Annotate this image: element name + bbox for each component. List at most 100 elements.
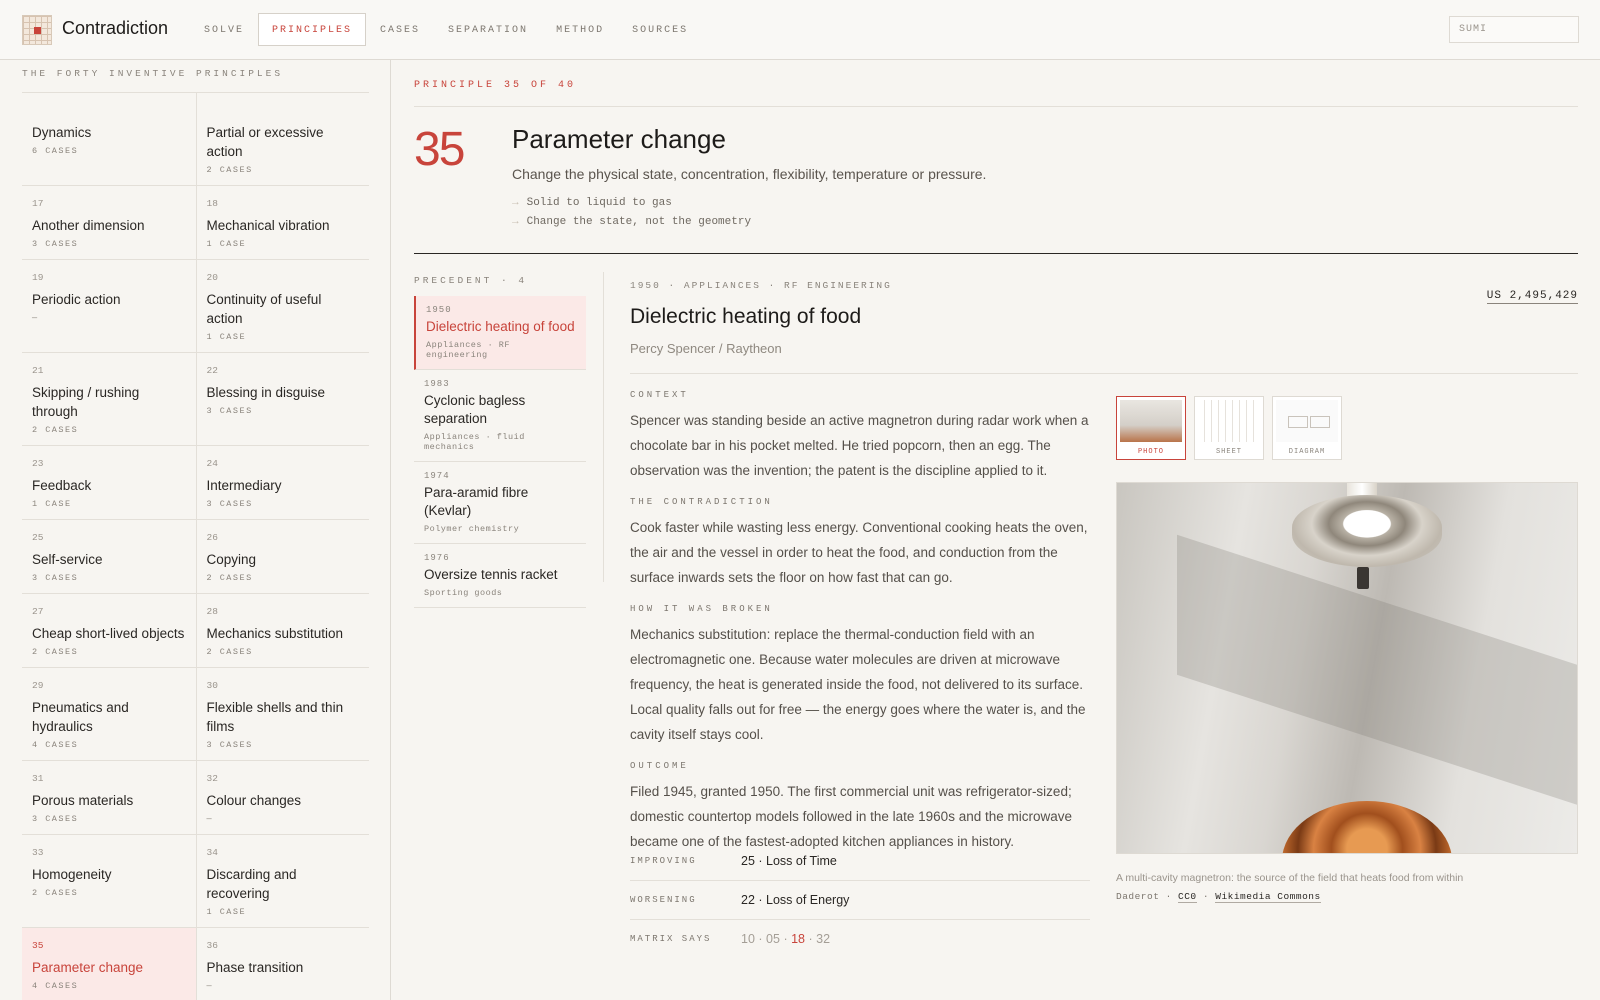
principle-item[interactable]: 31 Porous materials 3 CASES <box>22 761 196 834</box>
principle-item[interactable]: 36 Phase transition — <box>195 928 370 1000</box>
principle-item[interactable]: 35 Parameter change 4 CASES <box>22 928 196 1000</box>
divider <box>414 106 1578 107</box>
principle-item[interactable]: 27 Cheap short-lived objects 2 CASES <box>22 594 196 667</box>
principle-name: Colour changes <box>206 793 302 808</box>
principle-row: 21 Skipping / rushing through 2 CASES 22 Ble… <box>22 352 369 445</box>
nav-method[interactable]: METHOD <box>542 13 618 46</box>
case-byline: Percy Spencer / Raytheon <box>630 341 782 356</box>
principles-grid: Dynamics 6 CASES Partial or excessive acti… <box>22 92 369 1000</box>
principle-item[interactable]: 23 Feedback 1 CASE <box>22 446 196 519</box>
principle-row: Dynamics 6 CASES Partial or excessive acti… <box>22 92 369 185</box>
improving-value[interactable]: 25 · Loss of Time <box>741 854 837 868</box>
worsening-value[interactable]: 22 · Loss of Energy <box>741 893 849 907</box>
principle-item[interactable]: Dynamics 6 CASES <box>22 93 196 185</box>
principle-name: Flexible shells and thin films <box>206 700 344 734</box>
matrix-values: 10 · 05 · 18 · 32 <box>741 932 831 946</box>
matrix-value[interactable]: 05 <box>766 932 780 946</box>
principle-item[interactable]: 32 Colour changes — <box>195 761 370 834</box>
principle-item[interactable]: 29 Pneumatics and hydraulics 4 CASES <box>22 668 196 760</box>
nav-cases[interactable]: CASES <box>366 13 434 46</box>
search-input[interactable] <box>1449 16 1579 43</box>
principle-number: 23 <box>32 458 44 469</box>
principle-item[interactable]: 30 Flexible shells and thin films 3 CASES <box>195 668 370 760</box>
nav-sources[interactable]: SOURCES <box>618 13 702 46</box>
improving-label: IMPROVING <box>630 855 697 866</box>
precedent-item[interactable]: 1983 Cyclonic bagless separation Applian… <box>414 370 586 462</box>
photo-caption: A multi-cavity magnetron: the source of … <box>1116 872 1464 884</box>
principle-name: Periodic action <box>32 292 121 307</box>
principle-item[interactable]: 24 Intermediary 3 CASES <box>195 446 370 519</box>
matrix-value[interactable]: 32 <box>816 932 830 946</box>
principle-item[interactable]: 33 Homogeneity 2 CASES <box>22 835 196 927</box>
precedent-list: 1950 Dielectric heating of food Applianc… <box>414 296 586 608</box>
photo-tab[interactable]: PHOTO <box>1116 396 1186 460</box>
matrix-value[interactable]: 10 <box>741 932 755 946</box>
precedent-title: Dielectric heating of food <box>426 319 575 334</box>
top-bar: Contradiction SOLVE PRINCIPLES CASES SEP… <box>0 0 1600 60</box>
nav-principles[interactable]: PRINCIPLES <box>258 13 367 46</box>
divider <box>630 373 1578 374</box>
precedent-year: 1950 <box>426 305 452 315</box>
matrix-value-active[interactable]: 18 <box>791 932 805 946</box>
principle-number: 31 <box>32 773 44 784</box>
sidebar-title: THE FORTY INVENTIVE PRINCIPLES <box>22 68 284 79</box>
source-link[interactable]: Wikimedia Commons <box>1215 891 1321 903</box>
broken-text: Mechanics substitution: replace the ther… <box>630 627 1086 742</box>
principle-case-count: 2 CASES <box>206 647 253 657</box>
principle-row: 23 Feedback 1 CASE 24 Intermediary 3 CASES <box>22 445 369 519</box>
nav-solve[interactable]: SOLVE <box>190 13 258 46</box>
principle-number: 32 <box>206 773 218 784</box>
matrix-label: MATRIX SAYS <box>630 934 712 944</box>
principle-bullet: Solid to liquid to gas <box>512 197 672 209</box>
section-label: CONTEXT <box>630 390 689 400</box>
principle-item[interactable]: 17 Another dimension 3 CASES <box>22 186 196 259</box>
photo-thumbnail <box>1120 400 1182 442</box>
magnetron-photo[interactable] <box>1116 482 1578 854</box>
table-row: IMPROVING 25 · Loss of Time <box>630 841 1090 880</box>
principle-item[interactable]: 19 Periodic action — <box>22 260 196 352</box>
precedent-item[interactable]: 1974 Para-aramid fibre (Kevlar) Polymer … <box>414 462 586 544</box>
principle-item[interactable]: 25 Self-service 3 CASES <box>22 520 196 593</box>
principle-number: 35 <box>414 123 465 176</box>
principle-item[interactable]: 22 Blessing in disguise 3 CASES <box>195 353 370 445</box>
precedent-year: 1976 <box>424 553 450 563</box>
principle-case-count: 2 CASES <box>206 165 253 175</box>
nav-separation[interactable]: SEPARATION <box>434 13 542 46</box>
principle-item[interactable]: 18 Mechanical vibration 1 CASE <box>195 186 370 259</box>
precedent-label: PRECEDENT · 4 <box>414 275 528 286</box>
patent-link[interactable]: US 2,495,429 <box>1486 290 1578 304</box>
principle-item[interactable]: Partial or excessive action 2 CASES <box>195 93 370 185</box>
principle-case-count: 2 CASES <box>206 573 253 583</box>
case-title: Dielectric heating of food <box>630 305 862 328</box>
principle-bullet: Change the state, not the geometry <box>512 216 751 228</box>
principle-item[interactable]: 21 Skipping / rushing through 2 CASES <box>22 353 196 445</box>
principle-name: Skipping / rushing through <box>32 385 140 419</box>
precedent-item[interactable]: 1950 Dielectric heating of food Applianc… <box>414 296 586 370</box>
principle-case-count: — <box>32 313 39 323</box>
sheet-tab[interactable]: SHEET <box>1194 396 1264 460</box>
principle-case-count: 1 CASE <box>206 239 247 249</box>
parameter-table: IMPROVING 25 · Loss of Time WORSENING 22… <box>630 841 1090 958</box>
principle-name: Phase transition <box>206 960 304 975</box>
principle-name: Cheap short-lived objects <box>32 626 185 641</box>
precedent-title: Para-aramid fibre (Kevlar) <box>424 485 529 518</box>
principle-row: 31 Porous materials 3 CASES 32 Colour change… <box>22 760 369 834</box>
principle-row: 17 Another dimension 3 CASES 18 Mechanical v… <box>22 185 369 259</box>
divider <box>603 272 604 582</box>
principle-item[interactable]: 34 Discarding and recovering 1 CASE <box>195 835 370 927</box>
principle-number: 27 <box>32 606 44 617</box>
diagram-tab[interactable]: DIAGRAM <box>1272 396 1342 460</box>
principle-row: 29 Pneumatics and hydraulics 4 CASES 30 Flex… <box>22 667 369 760</box>
brand-name[interactable]: Contradiction <box>62 18 168 39</box>
principle-item[interactable]: 28 Mechanics substitution 2 CASES <box>195 594 370 667</box>
principle-number: 33 <box>32 847 44 858</box>
license-link[interactable]: CC0 <box>1178 891 1197 903</box>
principle-item[interactable]: 20 Continuity of useful action 1 CASE <box>195 260 370 352</box>
logo-icon[interactable] <box>22 15 52 45</box>
precedent-item[interactable]: 1976 Oversize tennis racket Sporting goo… <box>414 544 586 608</box>
principle-case-count: 1 CASE <box>206 332 247 342</box>
principle-item[interactable]: 26 Copying 2 CASES <box>195 520 370 593</box>
principle-detail: PRINCIPLE 35 OF 40 35 Parameter change C… <box>414 60 1578 1000</box>
principle-title: Parameter change <box>512 124 726 154</box>
principle-number: 17 <box>32 198 44 209</box>
